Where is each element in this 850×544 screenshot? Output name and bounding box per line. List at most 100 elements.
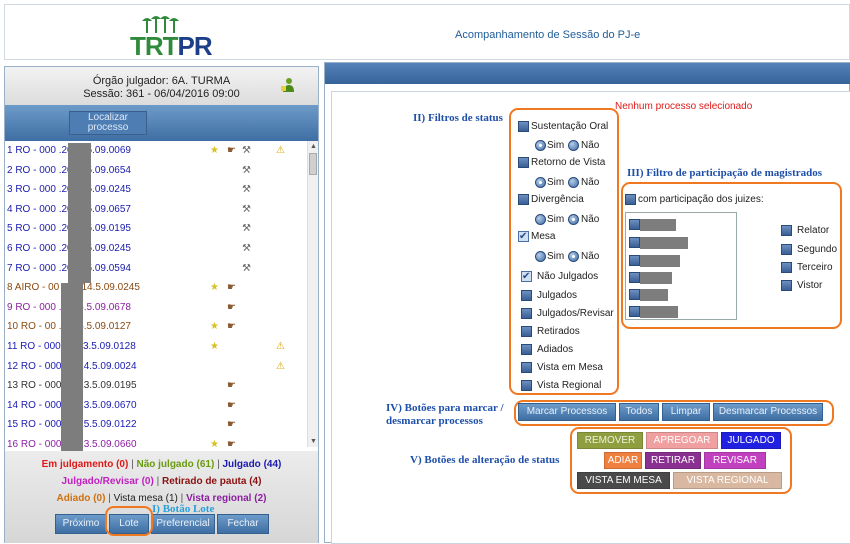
gavel-icon: ⚒ (242, 145, 251, 156)
vista-regional-checkbox[interactable] (521, 380, 532, 391)
juiz-checkbox[interactable] (629, 306, 640, 317)
process-row[interactable]: 12 RO - 000 .2014.5.09.0024 ⚠ (5, 357, 307, 377)
adiar-button[interactable]: ADIAR (604, 452, 642, 469)
juiz-checkbox[interactable] (629, 255, 640, 266)
process-row[interactable]: 3 RO - 000 .2013.5.09.0245 ⚒ (5, 180, 307, 200)
redaction-block (640, 306, 678, 318)
juiz-checkbox[interactable] (629, 237, 640, 248)
redaction-block (61, 283, 83, 451)
legend-julgado-revisar[interactable]: Julgado/Revisar (0) (62, 476, 154, 487)
marcar-annotation: IV) Botões para marcar / (386, 402, 504, 414)
divergencia-sim-radio[interactable] (535, 214, 546, 225)
localizar-processo-button[interactable]: Localizar processo (69, 111, 147, 135)
scroll-thumb[interactable] (309, 153, 317, 175)
vistor-checkbox[interactable] (781, 280, 792, 291)
retorno-sim-radio[interactable] (535, 177, 546, 188)
hand-icon: ☛ (227, 301, 236, 313)
process-row[interactable]: 7 RO - 000 .2013.5.09.0594 ⚒ (5, 259, 307, 279)
segundo-checkbox[interactable] (781, 244, 792, 255)
sustentacao-sim-radio[interactable] (535, 140, 546, 151)
mesa-sim-radio[interactable] (535, 251, 546, 262)
sustentacao-oral-checkbox[interactable] (518, 121, 529, 132)
vista-mesa-button[interactable]: VISTA EM MESA (577, 472, 670, 489)
mesa-checkbox[interactable] (518, 229, 529, 244)
redaction-block (640, 255, 680, 267)
legend-em-julgamento[interactable]: Em julgamento (0) (42, 459, 129, 470)
process-row[interactable]: 8 AIRO - 00 2.2014.5.09.0245 ★ ☛ (5, 278, 307, 298)
process-row[interactable]: 15 RO - 000 .2015.5.09.0122 ☛ (5, 415, 307, 435)
hand-icon: ☛ (227, 419, 236, 431)
remover-button[interactable]: REMOVER (577, 432, 643, 449)
process-row[interactable]: 11 RO - 000 .2013.5.09.0128 ★ ⚠ (5, 337, 307, 357)
marcar-processos-button[interactable]: Marcar Processos (518, 403, 616, 421)
julgados-revisar-checkbox[interactable] (521, 308, 532, 319)
sustentacao-nao-radio[interactable] (568, 140, 579, 151)
retirar-button[interactable]: RETIRAR (645, 452, 701, 469)
mesa-nao-radio[interactable] (568, 251, 579, 262)
legend-retirado-pauta[interactable]: Retirado de pauta (4) (162, 476, 261, 487)
filter-panel-header (325, 63, 850, 84)
todos-button[interactable]: Todos (619, 403, 659, 421)
process-row[interactable]: 9 RO - 000 .2015.5.09.0678 ☛ (5, 298, 307, 318)
fechar-button[interactable]: Fechar (217, 514, 269, 534)
warning-icon: ⚠ (276, 360, 285, 372)
star-icon: ★ (210, 321, 219, 333)
legend-line-1: Em julgamento (0) | Não julgado (61) | J… (41, 459, 282, 470)
divergencia-nao-radio[interactable] (568, 214, 579, 225)
process-row[interactable]: 16 RO - 000 .2013.5.09.0660 ★ ☛ (5, 435, 307, 447)
legend-line-2: Julgado/Revisar (0) | Retirado de pauta … (61, 476, 262, 487)
divergencia-checkbox[interactable] (518, 194, 529, 205)
gavel-icon: ⚒ (242, 164, 251, 176)
process-row[interactable]: 1 RO - 000 .2014.5.09.0069 ★ ☛ ⚒ ⚠ (5, 141, 307, 161)
adiados-checkbox[interactable] (521, 344, 532, 355)
com-participacao-checkbox[interactable] (625, 194, 636, 205)
gavel-icon: ⚒ (242, 223, 251, 235)
process-row[interactable]: 10 RO - 00 .2015.5.09.0127 ★ ☛ (5, 317, 307, 337)
proximo-button[interactable]: Próximo (55, 514, 107, 534)
nao-julgados-checkbox[interactable] (521, 269, 532, 284)
process-row[interactable]: 4 RO - 000 .2015.5.09.0657 ⚒ (5, 200, 307, 220)
redaction-block (640, 289, 668, 301)
revisar-button[interactable]: REVISAR (704, 452, 766, 469)
page-header: TRTPR Acompanhamento de Sessão do PJ-e (4, 4, 850, 61)
julgados-checkbox[interactable] (521, 290, 532, 301)
gavel-icon: ⚒ (242, 243, 251, 254)
hand-icon: ☛ (227, 399, 236, 411)
scroll-down-arrow-icon[interactable]: ▼ (308, 436, 319, 447)
julgado-button[interactable]: JULGADO (721, 432, 781, 449)
process-row[interactable]: 6 RO - 000 .2015.5.09.0245 ⚒ (5, 239, 307, 259)
retirados-checkbox[interactable] (521, 326, 532, 337)
terceiro-checkbox[interactable] (781, 262, 792, 273)
no-selection-message: Nenhum processo selecionado (615, 101, 753, 112)
process-row[interactable]: 14 RO - 000 .2013.5.09.0670 ☛ (5, 396, 307, 416)
hand-icon: ☛ (227, 145, 236, 156)
legend-julgado[interactable]: Julgado (44) (222, 459, 281, 470)
process-list-scrollbar[interactable]: ▲ ▼ (307, 141, 318, 447)
warning-icon: ⚠ (276, 341, 285, 352)
vista-regional-button[interactable]: VISTA REGIONAL (673, 472, 782, 489)
legend-nao-julgado[interactable]: Não julgado (61) (136, 459, 214, 470)
user-icon[interactable] (281, 77, 295, 93)
process-row[interactable]: 5 RO - 000 .2014.5.09.0195 ⚒ (5, 219, 307, 239)
vista-mesa-checkbox[interactable] (521, 362, 532, 373)
process-row[interactable]: 2 RO - 000 .2013.5.09.0654 ⚒ (5, 161, 307, 181)
retorno-nao-radio[interactable] (568, 177, 579, 188)
juiz-checkbox[interactable] (629, 219, 640, 230)
relator-checkbox[interactable] (781, 225, 792, 236)
desmarcar-processos-button[interactable]: Desmarcar Processos (713, 403, 823, 421)
retorno-vista-checkbox[interactable] (518, 157, 529, 168)
limpar-button[interactable]: Limpar (662, 403, 710, 421)
juizes-list[interactable] (625, 212, 737, 320)
apregoar-button[interactable]: APREGOAR (646, 432, 718, 449)
preferencial-button[interactable]: Preferencial (151, 514, 215, 534)
redaction-block (640, 237, 688, 249)
legend-adiado[interactable]: Adiado (0) (57, 493, 106, 504)
process-row[interactable]: 13 RO - 000 .2013.5.09.0195 ☛ (5, 376, 307, 396)
hand-icon: ☛ (227, 321, 236, 333)
hand-icon: ☛ (227, 380, 236, 392)
status-filter-annotation: II) Filtros de status (413, 112, 503, 124)
scroll-up-arrow-icon[interactable]: ▲ (308, 141, 319, 152)
star-icon: ★ (210, 145, 219, 156)
juiz-checkbox[interactable] (629, 272, 640, 283)
juiz-checkbox[interactable] (629, 289, 640, 300)
